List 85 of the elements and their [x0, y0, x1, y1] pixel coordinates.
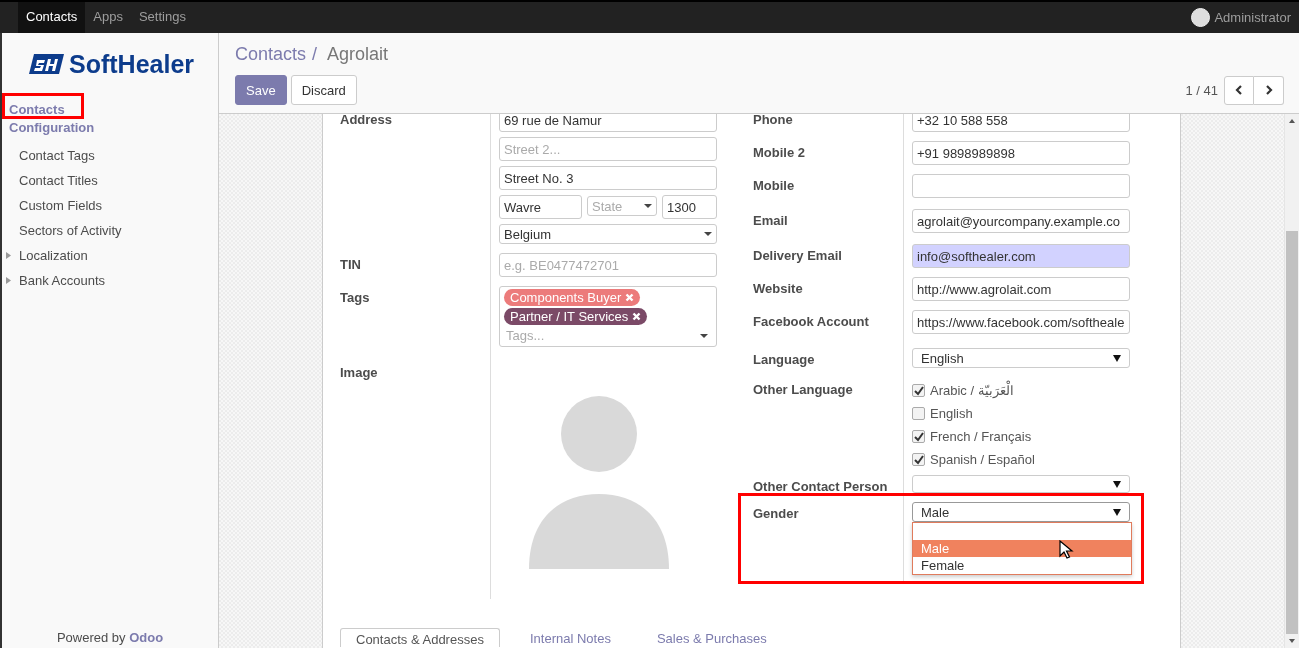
- pager-counter: 1 / 41: [1185, 82, 1218, 98]
- next-button[interactable]: [1254, 75, 1284, 105]
- app-menu-item[interactable]: Apps: [85, 2, 131, 33]
- dropdown-field[interactable]: Belgium: [499, 224, 717, 244]
- field-label: Mobile 2: [753, 145, 805, 160]
- select-field[interactable]: English: [912, 348, 1130, 368]
- field-label: Tags: [340, 290, 370, 305]
- logo-text: SoftHealer: [69, 50, 195, 78]
- caret-icon: [700, 334, 708, 338]
- text-field[interactable]: 69 rue de Namur: [499, 114, 717, 132]
- scrollbar[interactable]: [1284, 114, 1299, 648]
- field-label: Website: [753, 281, 803, 296]
- text-field[interactable]: Street 2...: [499, 137, 717, 161]
- sidebar-heading[interactable]: Configuration: [9, 119, 95, 137]
- checkbox[interactable]: [912, 452, 925, 466]
- app-menu-item[interactable]: Settings: [130, 2, 194, 33]
- text-field[interactable]: Street No. 3: [499, 166, 717, 190]
- remove-icon: [632, 312, 642, 321]
- text-field[interactable]: 1300: [662, 195, 717, 219]
- checkbox-label[interactable]: English: [930, 405, 973, 421]
- notebook-tab[interactable]: Sales & Purchases: [640, 627, 783, 647]
- field-label: TIN: [340, 257, 361, 272]
- sidebar-item[interactable]: Localization: [2, 243, 218, 268]
- user-avatar[interactable]: [1191, 8, 1211, 27]
- app-menu-item[interactable]: Contacts: [18, 2, 86, 33]
- text-field[interactable]: [912, 174, 1130, 198]
- notebook-tab[interactable]: Internal Notes: [514, 627, 627, 647]
- sidebar-heading[interactable]: Contacts: [9, 101, 65, 119]
- mouse-pointer-icon: [1059, 540, 1074, 560]
- field-label: Language: [753, 352, 815, 367]
- discard-button[interactable]: Discard: [290, 75, 357, 105]
- caret-icon: [1113, 508, 1121, 516]
- field-label: Facebook Account: [753, 314, 869, 329]
- checkbox-label[interactable]: Spanish / Español: [930, 451, 1035, 467]
- sidebar-item[interactable]: Custom Fields: [2, 193, 218, 218]
- field-label: Address: [340, 114, 393, 127]
- chevron-right-icon: [1264, 85, 1273, 95]
- sidebar-item[interactable]: Sectors of Activity: [2, 218, 218, 243]
- save-button[interactable]: Save: [235, 75, 287, 105]
- field-label: Other Language: [753, 382, 853, 397]
- user-name[interactable]: Administrator: [1214, 10, 1291, 25]
- breadcrumb-link[interactable]: Contacts: [235, 43, 307, 65]
- check-icon: [913, 430, 924, 442]
- field-label: Mobile: [753, 178, 795, 193]
- breadcrumb-separator: /: [312, 43, 318, 65]
- remove-icon: [625, 293, 635, 302]
- text-field[interactable]: info@softhealer.com: [912, 244, 1130, 268]
- breadcrumb-current: Agrolait: [327, 43, 389, 65]
- sidebar-item[interactable]: Bank Accounts: [2, 268, 218, 293]
- field-label: Email: [753, 213, 788, 228]
- text-field[interactable]: Wavre: [499, 195, 582, 219]
- tags-field[interactable]: Components Buyer Partner / IT Services Tags...: [499, 286, 717, 347]
- text-field[interactable]: e.g. BE0477472701: [499, 253, 717, 277]
- checkbox-label[interactable]: Arabic / الْعَرَبيّة: [930, 382, 1014, 398]
- powered-by-text: Powered by Odoo: [55, 630, 165, 647]
- caret-icon: [1113, 354, 1121, 362]
- checkbox[interactable]: [912, 406, 925, 420]
- text-field[interactable]: +32 10 588 558: [912, 114, 1130, 132]
- checkbox[interactable]: [912, 383, 925, 397]
- field-label: Other Contact Person: [753, 479, 888, 494]
- checkbox[interactable]: [912, 429, 925, 443]
- field-label: Delivery Email: [753, 248, 842, 263]
- caret-icon: [1113, 480, 1121, 488]
- tag-chip[interactable]: Partner / IT Services: [504, 308, 648, 325]
- chevron-left-icon: [1235, 85, 1243, 95]
- text-field[interactable]: https://www.facebook.com/softheale: [912, 310, 1130, 334]
- checkbox-label[interactable]: French / Français: [930, 428, 1032, 444]
- text-field[interactable]: agrolait@yourcompany.example.co: [912, 209, 1130, 233]
- check-icon: [913, 384, 924, 396]
- caret-icon: [704, 232, 712, 236]
- text-field[interactable]: http://www.agrolait.com: [912, 277, 1130, 301]
- select-field[interactable]: [912, 475, 1130, 493]
- scrollbar-thumb[interactable]: [1286, 231, 1298, 634]
- caret-icon: [644, 204, 652, 208]
- text-field[interactable]: +91 9898989898: [912, 141, 1130, 165]
- sidebar-item[interactable]: Contact Tags: [2, 143, 218, 168]
- check-icon: [913, 453, 924, 465]
- field-label: Gender: [753, 506, 799, 521]
- field-label: Image: [340, 365, 378, 380]
- field-label: Phone: [753, 114, 793, 127]
- dropdown-option[interactable]: Female: [913, 557, 1131, 574]
- sidebar-item[interactable]: Contact Titles: [2, 168, 218, 193]
- notebook-tab[interactable]: Contacts & Addresses: [340, 628, 500, 647]
- logo-mark-icon: [28, 52, 65, 76]
- previous-button[interactable]: [1224, 75, 1254, 105]
